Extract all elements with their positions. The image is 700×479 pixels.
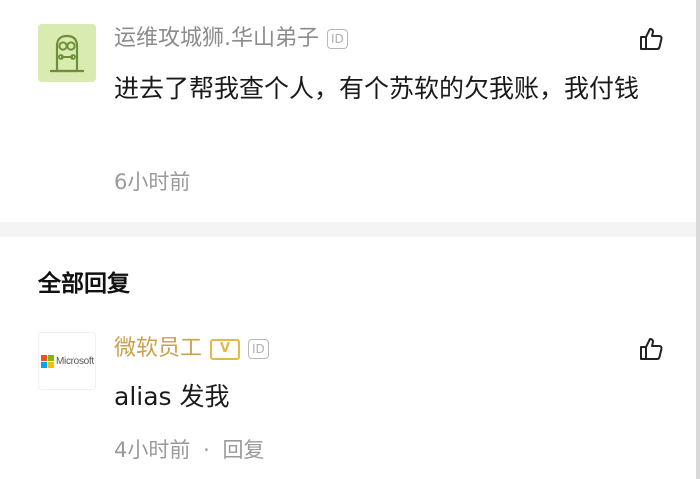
reply-author-name[interactable]: 微软员工: [114, 335, 202, 363]
user-avatar[interactable]: Microsoft: [38, 332, 96, 390]
engineer-robot-avatar-icon: [50, 34, 84, 73]
scrollbar[interactable]: [696, 0, 700, 479]
comment-timestamp: 6小时前: [114, 170, 191, 194]
verified-badge-icon: V: [210, 338, 241, 360]
section-divider: [0, 222, 696, 237]
all-replies-title: 全部回复: [38, 271, 130, 297]
reply-button[interactable]: 回复: [222, 438, 264, 462]
verified-badge-text: V: [219, 341, 231, 356]
reply-thread-page: 运维攻城狮.华山弟子 ID 进去了帮我查个人，有个苏软的欠我账，我付钱 6小时前…: [0, 0, 700, 479]
avatar-logo-text: Microsoft: [56, 356, 94, 367]
thumbs-up-icon[interactable]: [638, 336, 664, 362]
user-avatar[interactable]: [38, 24, 96, 82]
microsoft-logo-icon: Microsoft: [41, 355, 94, 368]
reply-content: alias 发我: [114, 382, 230, 411]
comment-content: 进去了帮我查个人，有个苏软的欠我账，我付钱: [114, 74, 640, 103]
id-badge: ID: [327, 29, 348, 49]
comment-author[interactable]: 运维攻城狮.华山弟子 ID: [114, 25, 348, 53]
reply-meta: 4小时前 · 回复: [114, 436, 264, 464]
comment-author-name[interactable]: 运维攻城狮.华山弟子: [114, 25, 319, 53]
thumbs-up-icon[interactable]: [638, 26, 664, 52]
reply-author[interactable]: 微软员工 V ID: [114, 335, 269, 363]
id-badge: ID: [248, 339, 269, 359]
reply-timestamp: 4小时前: [114, 438, 191, 462]
meta-separator: ·: [203, 438, 210, 462]
